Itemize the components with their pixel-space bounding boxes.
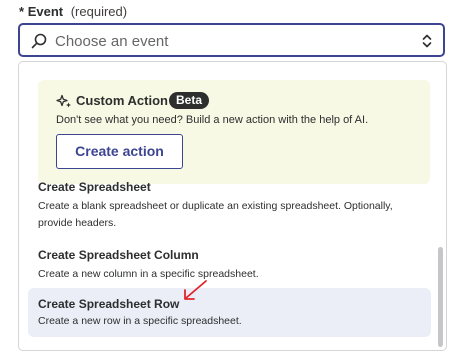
option-description: Create a new row in a specific spreadshe… (38, 315, 242, 327)
beta-badge: Beta (169, 92, 210, 109)
create-action-button[interactable]: Create action (56, 134, 183, 169)
required-hint: (required) (70, 4, 128, 19)
dropdown-scrollbar[interactable] (438, 247, 443, 347)
event-select[interactable]: Choose an event (18, 23, 445, 57)
custom-action-title: Custom Action (76, 93, 168, 108)
event-label-text: Event (27, 4, 64, 19)
option-create-spreadsheet-row[interactable]: Create Spreadsheet Row Create a new row … (28, 288, 431, 337)
custom-action-description: Don't see what you need? Build a new act… (56, 114, 369, 126)
option-description: Create a blank spreadsheet or duplicate … (38, 200, 393, 229)
option-title: Create Spreadsheet Column (38, 248, 199, 262)
custom-action-card: Custom Action Beta Don't see what you ne… (38, 80, 430, 184)
option-create-spreadsheet-column[interactable]: Create Spreadsheet Column Create a new c… (28, 247, 431, 283)
sparkle-icon (56, 94, 71, 108)
up-down-chevron-icon (422, 34, 432, 48)
option-title: Create Spreadsheet Row (38, 297, 180, 311)
search-icon (31, 33, 47, 49)
event-dropdown-list[interactable]: Custom Action Beta Don't see what you ne… (18, 61, 447, 351)
event-field-label: * Event (required) (19, 4, 127, 20)
option-description: Create a new column in a specific spread… (38, 268, 259, 280)
option-create-spreadsheet[interactable]: Create Spreadsheet Create a blank spread… (28, 179, 431, 232)
required-asterisk: * (19, 4, 25, 19)
option-title: Create Spreadsheet (38, 180, 151, 194)
annotation-arrow-icon (184, 280, 207, 300)
event-search-input[interactable]: Choose an event (55, 33, 168, 50)
